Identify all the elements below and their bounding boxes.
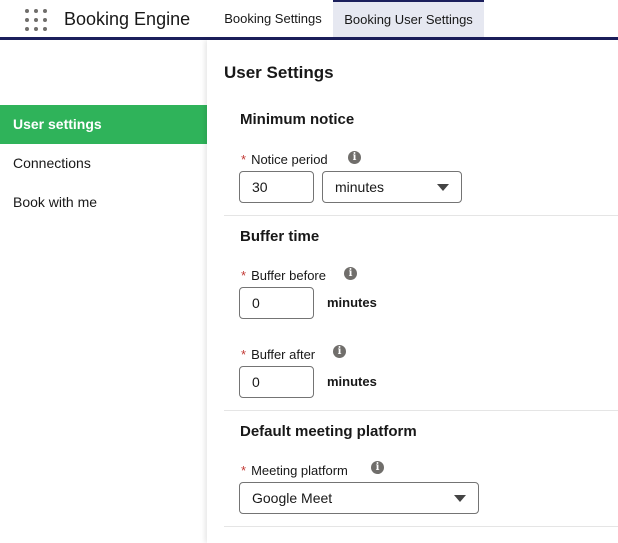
- page-title: User Settings: [224, 63, 334, 82]
- section-divider: [224, 526, 618, 527]
- sidebar-item-connections[interactable]: Connections: [0, 144, 207, 183]
- top-bar: Booking Engine Booking Settings Booking …: [0, 0, 618, 37]
- sidebar-item-user-settings[interactable]: User settings: [0, 105, 207, 144]
- buffer-after-label-text: Buffer after: [251, 347, 316, 362]
- buffer-after-label: * Buffer after: [241, 347, 315, 362]
- buffer-before-label-text: Buffer before: [251, 268, 326, 283]
- notice-period-label: * Notice period: [241, 152, 328, 167]
- meeting-platform-value: Google Meet: [252, 490, 333, 506]
- tab-booking-settings[interactable]: Booking Settings: [213, 0, 333, 37]
- required-marker: *: [241, 463, 247, 478]
- notice-period-input[interactable]: 30: [239, 171, 314, 203]
- notice-period-unit-select[interactable]: minutes: [322, 171, 462, 203]
- buffer-before-input[interactable]: 0: [239, 287, 314, 319]
- section-title-minimum-notice: Minimum notice: [240, 111, 355, 128]
- info-icon[interactable]: i: [371, 461, 384, 474]
- required-marker: *: [241, 347, 247, 362]
- chevron-down-icon: [454, 495, 466, 502]
- required-marker: *: [241, 152, 247, 167]
- notice-period-unit-value: minutes: [335, 179, 385, 195]
- tab-booking-user-settings[interactable]: Booking User Settings: [333, 0, 484, 37]
- meeting-platform-label: * Meeting platform: [241, 463, 348, 478]
- meeting-platform-select[interactable]: Google Meet: [239, 482, 479, 514]
- buffer-before-unit: minutes: [327, 295, 377, 310]
- buffer-before-label: * Buffer before: [241, 268, 326, 283]
- info-icon[interactable]: i: [344, 267, 357, 280]
- app-launcher-icon[interactable]: [24, 8, 48, 32]
- notice-period-label-text: Notice period: [251, 152, 328, 167]
- info-icon[interactable]: i: [333, 345, 346, 358]
- section-divider: [224, 410, 618, 411]
- section-divider: [224, 215, 618, 216]
- info-icon[interactable]: i: [348, 151, 361, 164]
- section-title-meeting-platform: Default meeting platform: [240, 423, 417, 440]
- buffer-after-input[interactable]: 0: [239, 366, 314, 398]
- required-marker: *: [241, 268, 247, 283]
- sidebar: User settings Connections Book with me: [0, 40, 207, 543]
- buffer-after-unit: minutes: [327, 374, 377, 389]
- main-panel: User Settings Minimum notice * Notice per…: [207, 40, 618, 543]
- section-title-buffer-time: Buffer time: [240, 228, 320, 245]
- sidebar-item-book-with-me[interactable]: Book with me: [0, 183, 207, 222]
- meeting-platform-label-text: Meeting platform: [251, 463, 348, 478]
- chevron-down-icon: [437, 184, 449, 191]
- app-name: Booking Engine: [64, 9, 191, 29]
